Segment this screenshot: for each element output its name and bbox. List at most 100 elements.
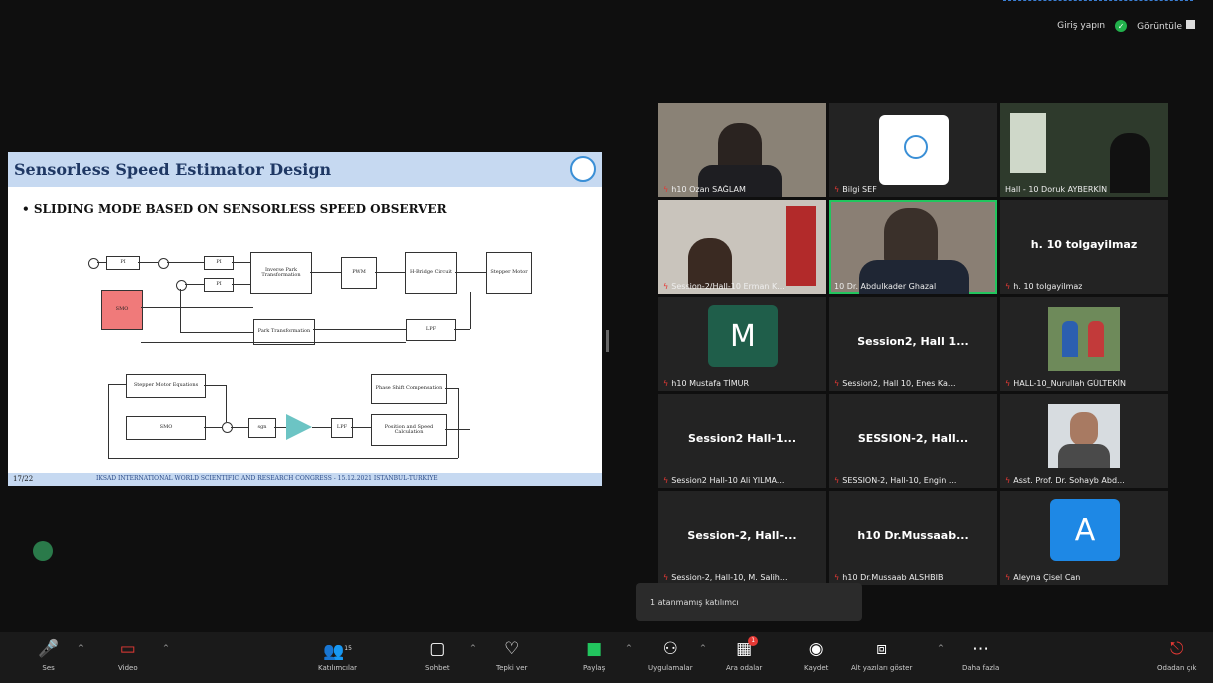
share-options-chevron-icon[interactable]: ^ [626,644,632,652]
more-button[interactable]: ⋯ Daha fazla [962,638,999,672]
wire [232,262,250,263]
wire [226,385,227,422]
video-tile[interactable]: Session2 Hall-1... ϟ Session2 Hall-10 Ali… [658,394,826,488]
avatar: A [1050,499,1120,561]
participant-name: ϟ Session2, Hall 10, Enes Ka... [834,379,956,388]
video-tile[interactable]: M ϟ h10 Mustafa TİMUR [658,297,826,391]
wire [141,307,253,308]
block-hbridge: H-Bridge Circuit [405,252,457,294]
video-options-chevron-icon[interactable]: ^ [163,644,169,652]
apps-button[interactable]: ⚇ Uygulamalar [648,638,693,672]
chat-label: Sohbet [425,664,450,672]
block-pi-d: PI [204,256,234,270]
participant-name-text: Bilgi SEF [842,185,877,194]
sum-junction [176,280,187,291]
participant-name: ϟ Session-2/Hall-10 Erman K... [663,282,785,291]
apps-icon: ⚇ [662,639,678,659]
video-tile[interactable]: ϟ h10 Ozan SAĞLAM [658,103,826,197]
leave-door-icon: ⎋ [1170,639,1184,659]
participant-name: ϟ h10 Mustafa TİMUR [663,379,749,388]
slide-footer-text: IKSAD INTERNATIONAL WORLD SCIENTIFIC AND… [96,475,438,482]
participant-name: ϟ SESSION-2, Hall-10, Engin ... [834,476,956,485]
participant-name: ϟ h10 Dr.Mussaab ALSHBIB [834,573,943,582]
profile-photo [1048,307,1120,371]
share-button[interactable]: ■ Paylaş [583,638,605,672]
view-label: Görüntüle [1137,22,1182,32]
participant-name-text: Hall - 10 Doruk AYBERKİN [1005,185,1108,194]
participant-display-name: h10 Dr.Mussaab... [857,529,969,542]
video-tile[interactable]: h10 Dr.Mussaab... ϟ h10 Dr.Mussaab ALSHBI… [829,491,997,585]
record-button[interactable]: ◉ Kaydet [804,638,828,672]
audio-options-chevron-icon[interactable]: ^ [78,644,84,652]
breakout-rooms-label: Ara odalar [726,664,763,672]
profile-photo [1048,404,1120,468]
wire [185,284,204,285]
participant-video [1010,113,1046,173]
video-tile[interactable]: Hall - 10 Doruk AYBERKİN [1000,103,1168,197]
participant-name: ϟ Aleyna Çisel Can [1005,573,1080,582]
video-button[interactable]: ▭ Video [118,638,138,672]
participant-display-name: Session-2, Hall-... [687,529,797,542]
video-tile[interactable]: A ϟ Aleyna Çisel Can [1000,491,1168,585]
reactions-label: Tepki ver [496,664,528,672]
mute-button[interactable]: 🎤 Ses [38,638,59,672]
block-smo: SMO [126,416,206,440]
share-border-line [1003,0,1193,3]
mic-muted-icon: 🎤 [38,639,60,659]
wire [445,429,470,430]
breakout-rooms-icon: ▦ 1 [736,636,759,662]
block-sgn: sgn [248,418,276,438]
chat-options-chevron-icon[interactable]: ^ [470,644,476,652]
chat-icon: ▢ [429,639,446,659]
notification-badge: 1 [748,636,759,646]
video-tile-active-speaker[interactable]: 10 Dr. Abdulkader Ghazal [829,200,997,294]
photo-person [1088,321,1104,357]
record-icon: ◉ [808,639,824,659]
annotate-icon[interactable] [33,541,53,561]
view-button[interactable]: Görüntüle [1137,20,1195,32]
participant-video [688,238,732,288]
apps-options-chevron-icon[interactable]: ^ [700,644,706,652]
wire [232,284,250,285]
participant-name-text: Asst. Prof. Dr. Sohayb Abd... [1013,476,1125,485]
participant-display-name: Session2, Hall 1... [857,335,969,348]
mute-label: Ses [42,664,55,672]
photo-person [1062,321,1078,357]
captions-options-chevron-icon[interactable]: ^ [938,644,944,652]
video-tile[interactable]: ϟ Bilgi SEF [829,103,997,197]
unassigned-participants-toast[interactable]: 1 atanmamış katılımcı [636,583,862,621]
participant-name: ϟ h10 Ozan SAĞLAM [663,185,746,194]
video-tile[interactable]: Session2, Hall 1... ϟ Session2, Hall 10, … [829,297,997,391]
participant-name: ϟ HALL-10_Nurullah GÜLTEKİN [1005,379,1126,388]
grid-view-icon [1186,20,1195,29]
video-tile[interactable]: ϟ Session-2/Hall-10 Erman K... [658,200,826,294]
wire [204,385,226,386]
leave-button[interactable]: ⎋ Odadan çık [1157,638,1196,672]
chat-button[interactable]: ▢ Sohbet [425,638,450,672]
breakout-rooms-button[interactable]: ▦ 1 Ara odalar [726,636,763,672]
block-inverse-park: Inverse Park Transformation [250,252,312,294]
captions-button[interactable]: ⧈ Alt yazıları göster [851,638,912,672]
video-tile[interactable]: ϟ Asst. Prof. Dr. Sohayb Abd... [1000,394,1168,488]
participant-name-text: Session-2, Hall-10, M. Salih... [671,573,788,582]
video-tile[interactable]: Session-2, Hall-... ϟ Session-2, Hall-10,… [658,491,826,585]
split-view-drag-handle[interactable] [606,330,609,352]
leave-label: Odadan çık [1157,664,1197,672]
block-lpf-lower: LPF [331,418,353,438]
video-tile[interactable]: ϟ HALL-10_Nurullah GÜLTEKİN [1000,297,1168,391]
avatar: M [708,305,778,367]
signin-label[interactable]: Giriş yapın [1057,21,1105,31]
apps-label: Uygulamalar [648,664,693,672]
wire [108,458,458,459]
participant-name-text: Session2 Hall-10 Ali YILMA... [671,476,785,485]
video-tile[interactable]: SESSION-2, Hall... ϟ SESSION-2, Hall-10, … [829,394,997,488]
block-smo-highlight: SMO [101,290,143,330]
mic-muted-icon: ϟ [663,379,669,388]
security-shield-icon[interactable]: ✓ [1115,20,1128,32]
participants-button[interactable]: 👥15 Katılımcılar [318,638,357,672]
participant-name-text: Aleyna Çisel Can [1013,573,1081,582]
video-tile[interactable]: h. 10 tolgayilmaz ϟ h. 10 tolgayilmaz [1000,200,1168,294]
mic-muted-icon: ϟ [1005,282,1011,291]
block-stepper-motor: Stepper Motor [486,252,532,294]
reactions-button[interactable]: ♡ Tepki ver [496,638,527,672]
